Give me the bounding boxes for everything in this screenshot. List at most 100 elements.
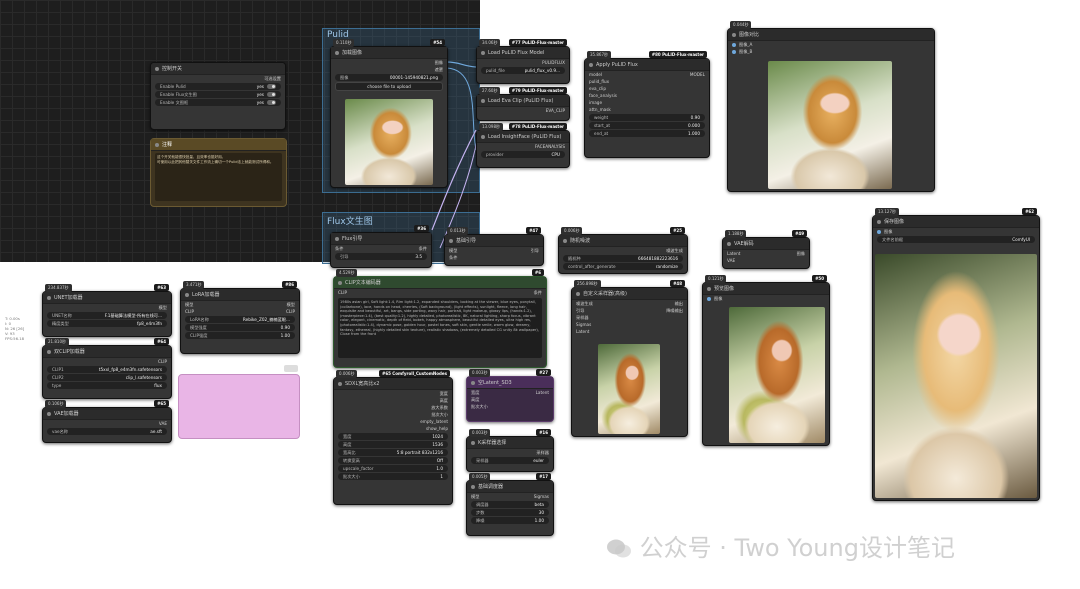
output-batch[interactable]: 批次大小: [431, 412, 448, 418]
input-clip[interactable]: CLIP: [185, 309, 194, 314]
input-conditioning[interactable]: 条件: [449, 255, 457, 261]
upscale-factor-widget[interactable]: upscale_factor 1.0: [338, 465, 448, 472]
input-clip[interactable]: CLIP: [338, 290, 347, 295]
lora-name-widget[interactable]: LoRA名称 Rebike_Z02_楠楠蓝眼...: [185, 316, 295, 323]
control-switch-node[interactable]: 控制开关 可选设置 Enable Pulid yes Enable Flux文生图…: [150, 62, 286, 130]
scheduler-widget[interactable]: 调度器 beta: [471, 501, 549, 508]
output-sampler[interactable]: 采样器: [536, 450, 549, 456]
lora-loader-node[interactable]: 3.471秒 #86 LoRA加载器 模型 模型 CLIP CLIP LoRA名称 R…: [180, 281, 300, 354]
sampler-widget[interactable]: 采样器 euler: [471, 457, 549, 464]
basic-guider-node[interactable]: 0.013秒 #47 基础引导 模型 引导 条件: [444, 227, 544, 266]
seed-widget[interactable]: 随机种 666481882223616: [563, 255, 683, 262]
output-vae[interactable]: VAE: [159, 421, 167, 426]
filename-prefix-widget[interactable]: 文件名前缀 ComfyUI: [877, 236, 1035, 243]
random-noise-node[interactable]: 0.006秒 #25 随机噪波 噪波生成 随机种 666481882223616 …: [558, 227, 688, 274]
output-sigmas[interactable]: Sigmas: [534, 494, 549, 499]
clip-text-encode-node[interactable]: 4.529秒 #6 CLIP文本编码器 CLIP 条件 1980s asian g…: [333, 269, 547, 368]
output-output[interactable]: 输出: [675, 301, 683, 307]
pulid-file-select[interactable]: pulid_file pulid_flux_v0.9...: [481, 67, 565, 74]
output-upscale[interactable]: 放大系数: [431, 405, 448, 411]
output-mask[interactable]: 遮罩: [435, 67, 443, 73]
output-clip[interactable]: CLIP: [158, 359, 167, 364]
control-after-generate-widget[interactable]: control_after_generate randomize: [563, 263, 683, 270]
output-latent[interactable]: Latent: [536, 390, 549, 395]
flux-guidance-node[interactable]: #36 Flux引导 条件 条件 引导 3.5: [330, 225, 432, 268]
output-noise[interactable]: 噪波生成: [666, 248, 683, 254]
image-select[interactable]: 图像 00001-145940821.png: [335, 74, 443, 81]
toggle-enable-flux[interactable]: Enable Flux文生图 yes: [155, 91, 281, 98]
output-clip[interactable]: CLIP: [286, 309, 295, 314]
denoise-widget[interactable]: 降噪 1.00: [471, 517, 549, 524]
note-text[interactable]: 这个开关就能很快批量，且效率也挺好用。 可使用以此把其他替关文件工作流上确切一个…: [155, 153, 282, 201]
output-conditioning[interactable]: 条件: [419, 246, 427, 252]
output-faceanalysis[interactable]: FACEANALYSIS: [535, 144, 565, 149]
height-widget[interactable]: 高度 1536: [338, 441, 448, 448]
dual-clip-loader-node[interactable]: 21.810秒 #64 双CLIP加载器 CLIP CLIP1 t5xxl_fp8…: [42, 338, 172, 399]
unet-loader-node[interactable]: 234.837秒 #63 UNET加载器 模型 UNET名称 F.1基础算法模型-…: [42, 284, 172, 337]
output-eva-clip[interactable]: EVA_CLIP: [546, 108, 565, 113]
empty-latent-node[interactable]: 0.003秒 #27 空Latent_SD3 宽度 Latent 高度 批次大小: [466, 369, 554, 422]
input-height[interactable]: 高度: [471, 397, 479, 403]
output-model[interactable]: MODEL: [690, 72, 705, 77]
custom-sampler-advanced-node[interactable]: 256.898秒 #48 自定义采样器(高级) 噪波生成 输出 引导 降噪输出 采样…: [571, 280, 688, 437]
vae-name-widget[interactable]: vae名称 ae.sft: [47, 428, 167, 435]
input-model[interactable]: 模型: [471, 494, 479, 500]
input-latent[interactable]: Latent: [727, 251, 740, 256]
input-sigmas[interactable]: Sigmas: [576, 322, 591, 327]
provider-select[interactable]: provider CPU: [481, 151, 565, 158]
weight-dtype-widget[interactable]: 精度类型 fp8_e4m3fn: [47, 320, 167, 327]
upload-button[interactable]: choose file to upload: [335, 82, 443, 91]
image-compare-node[interactable]: 0.044秒 图像对比 图像_A 图像_B: [727, 21, 935, 192]
bypassed-node-tab[interactable]: [284, 365, 298, 372]
unet-name-widget[interactable]: UNET名称 F.1基础算法模型-所有在线可...: [47, 312, 167, 319]
input-image-a[interactable]: 图像_A: [739, 42, 752, 48]
weight-widget[interactable]: weight 0.90: [589, 114, 705, 121]
output-guider[interactable]: 引导: [531, 248, 539, 254]
apply-pulid-flux-node[interactable]: 35.867秒 #80 PuLID-Flux-master Apply PuLI…: [584, 51, 710, 158]
input-attn-mask[interactable]: attn_mask: [589, 107, 611, 112]
output-width[interactable]: 宽度: [440, 391, 448, 397]
output-image[interactable]: 图像: [797, 251, 805, 257]
input-batch[interactable]: 批次大小: [471, 404, 488, 410]
input-model[interactable]: 模型: [449, 248, 457, 254]
output-conditioning[interactable]: 条件: [534, 290, 542, 296]
toggle-enable-compare[interactable]: Enable 文图框 yes: [155, 99, 281, 106]
compare-image-preview[interactable]: [768, 61, 892, 189]
sdxl-aspect-ratio-node[interactable]: 0.006秒 #65 Comfyroll_CustomNodes SDXL宽高比…: [333, 370, 453, 505]
input-guider[interactable]: 引导: [576, 308, 584, 314]
ksampler-select-node[interactable]: 0.003秒 #16 K采样器选择 采样器 采样器 euler: [466, 429, 554, 472]
guidance-widget[interactable]: 引导 3.5: [335, 253, 427, 260]
clip2-widget[interactable]: CLIP2 clip_l.safetensors: [47, 374, 167, 381]
input-model[interactable]: 模型: [185, 302, 193, 308]
output-show-help[interactable]: show_help: [426, 426, 448, 431]
basic-scheduler-node[interactable]: 0.005秒 #17 基础调度器 模型 Sigmas 调度器 beta 步数 30 降…: [466, 473, 554, 536]
saved-image-preview[interactable]: [875, 254, 1037, 498]
load-pulid-model-node[interactable]: 34.06秒 #77 PuLID-Flux-master Load PuLID …: [476, 39, 570, 84]
clip-type-widget[interactable]: type flux: [47, 382, 167, 389]
input-noise[interactable]: 噪波生成: [576, 301, 593, 307]
input-pulid-flux[interactable]: pulid_flux: [589, 79, 609, 84]
prompt-textarea[interactable]: 1980s asian girl, Soft light:1.4, Rim li…: [338, 298, 542, 358]
output-image[interactable]: 图像: [435, 60, 443, 66]
toggle-enable-pulid[interactable]: Enable Pulid yes: [155, 83, 281, 90]
input-face-analysis[interactable]: face_analysis: [589, 93, 617, 98]
input-image-b[interactable]: 图像_B: [739, 49, 752, 55]
preview-image-node[interactable]: 0.121秒 #50 预览图像 图像: [702, 275, 830, 446]
input-vae[interactable]: VAE: [727, 258, 735, 263]
output-model[interactable]: 模型: [159, 305, 167, 311]
swap-dimensions-widget[interactable]: 转换宽高 Off: [338, 457, 448, 464]
width-widget[interactable]: 宽度 1024: [338, 433, 448, 440]
clip1-widget[interactable]: CLIP1 t5xxl_fp8_e4m3fn.safetensors: [47, 366, 167, 373]
input-conditioning[interactable]: 条件: [335, 246, 343, 252]
output-pulidflux[interactable]: PULIDFLUX: [542, 60, 565, 65]
batch-size-widget[interactable]: 批次大小 1: [338, 473, 448, 480]
input-width[interactable]: 宽度: [471, 390, 479, 396]
clip-strength-widget[interactable]: CLIP强度 1.00: [185, 332, 295, 339]
end-at-widget[interactable]: end_at 1.000: [589, 130, 705, 137]
note-node[interactable]: 注释 这个开关就能很快批量，且效率也挺好用。 可使用以此把其他替关文件工作流上确…: [150, 138, 287, 207]
steps-widget[interactable]: 步数 30: [471, 509, 549, 516]
input-latent[interactable]: Latent: [576, 329, 589, 334]
output-height[interactable]: 高度: [440, 398, 448, 404]
input-sampler[interactable]: 采样器: [576, 315, 589, 321]
vae-decode-node[interactable]: 1.188秒 #49 VAE解码 Latent 图像 VAE: [722, 230, 810, 269]
